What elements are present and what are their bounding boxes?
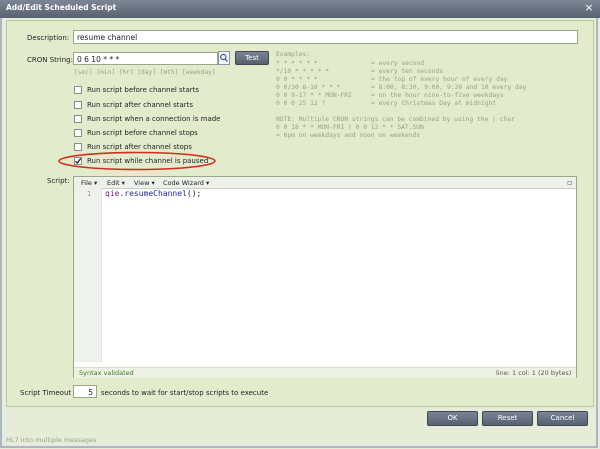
- cursor-position: line: 1 col: 1 (20 bytes): [496, 369, 572, 377]
- option-checkbox-3[interactable]: [74, 115, 82, 123]
- cron-note-line1: NOTE: Multiple CRON strings can be combi…: [276, 116, 515, 123]
- menu-code-wizard[interactable]: Code Wizard ▾: [163, 179, 209, 187]
- script-label: Script:: [47, 177, 70, 185]
- chevron-down-icon: ▾: [121, 179, 125, 187]
- close-icon[interactable]: ×: [582, 1, 596, 15]
- examples-heading: Examples:: [276, 51, 311, 58]
- cron-note-line2: 0 0 18 * * MON-FRI | 0 0 12 * * SAT,SUN: [276, 124, 424, 131]
- maximize-icon[interactable]: ▫: [567, 178, 572, 187]
- option-label-2: Run script after channel starts: [87, 101, 194, 109]
- example-expr-4: 0 0/30 8-10 * * *: [276, 84, 341, 91]
- option-label-3: Run script when a connection is made: [87, 115, 221, 123]
- example-desc-3: = the top of every hour of every day: [371, 76, 508, 83]
- script-editor[interactable]: File ▾ Edit ▾ View ▾ Code Wizard ▾ ▫ 1 q…: [73, 176, 577, 378]
- highlight-ellipse: [58, 151, 216, 171]
- background-text: HL7 into multiple messages: [6, 436, 97, 444]
- option-label-1: Run script before channel starts: [87, 86, 200, 94]
- timeout-suffix: seconds to wait for start/stop scripts t…: [101, 389, 269, 397]
- menu-file-label: File: [81, 179, 92, 187]
- example-desc-2: = every ten seconds: [371, 68, 444, 75]
- test-button[interactable]: Test: [235, 51, 269, 65]
- example-expr-3: 0 0 * * * *: [276, 76, 318, 83]
- example-desc-6: = every Christmas Day at midnight: [371, 100, 497, 107]
- option-label-4: Run script before channel stops: [87, 129, 198, 137]
- code-object: qie: [105, 189, 120, 198]
- chevron-down-icon: ▾: [93, 179, 98, 187]
- magnifier-icon: [220, 53, 228, 63]
- cron-lookup-button[interactable]: [218, 51, 230, 65]
- line-number: 1: [87, 190, 92, 198]
- example-expr-6: 0 0 0 25 12 ?: [276, 100, 326, 107]
- menu-edit[interactable]: Edit ▾: [107, 179, 125, 187]
- code-semicolon: ;: [196, 189, 202, 198]
- cancel-button[interactable]: Cancel: [537, 411, 588, 426]
- syntax-status: Syntax validated: [79, 369, 134, 377]
- example-desc-4: = 8:00, 8:30, 9:00, 9:30 and 10 every da…: [371, 84, 527, 91]
- code-line[interactable]: qie.resumeChannel();: [105, 189, 201, 198]
- description-field[interactable]: resume channel: [73, 30, 578, 44]
- ok-button[interactable]: OK: [427, 411, 478, 426]
- line-number-gutter: [74, 188, 102, 362]
- cron-string-field[interactable]: 0 6 10 * * *: [73, 52, 218, 65]
- menu-code-wizard-label: Code Wizard: [163, 179, 204, 187]
- menu-view[interactable]: View ▾: [134, 179, 155, 187]
- example-desc-5: = on the hour nine-to-five weekdays: [371, 92, 504, 99]
- cron-format-hint: [sec] [min] [hr] [day] [mth] [weekday]: [74, 69, 216, 76]
- chevron-down-icon: ▾: [151, 179, 155, 187]
- code-method: .resumeChannel: [119, 189, 187, 198]
- example-expr-5: 0 0 9-17 * * MON-FRI: [276, 92, 352, 99]
- timeout-label: Script Timeout: [20, 389, 72, 397]
- menu-file[interactable]: File ▾: [81, 179, 97, 187]
- description-label: Description:: [27, 34, 70, 42]
- cron-label: CRON String:: [27, 56, 73, 64]
- code-parens: (): [186, 189, 197, 198]
- option-checkbox-4[interactable]: [74, 129, 82, 137]
- example-expr-2: */10 * * * * *: [276, 68, 330, 75]
- reset-button[interactable]: Reset: [482, 411, 533, 426]
- example-expr-1: * * * * * *: [276, 60, 318, 67]
- option-checkbox-2[interactable]: [74, 101, 82, 109]
- option-checkbox-1[interactable]: [74, 86, 82, 94]
- timeout-field[interactable]: 5: [73, 385, 97, 398]
- menu-edit-label: Edit: [107, 179, 120, 187]
- cron-note-line3: = 6pm on weekdays and noon on weekends: [276, 132, 421, 139]
- menu-view-label: View: [134, 179, 150, 187]
- window-title: Add/Edit Scheduled Script: [6, 3, 117, 12]
- chevron-down-icon: ▾: [205, 179, 210, 187]
- example-desc-1: = every second: [371, 60, 425, 67]
